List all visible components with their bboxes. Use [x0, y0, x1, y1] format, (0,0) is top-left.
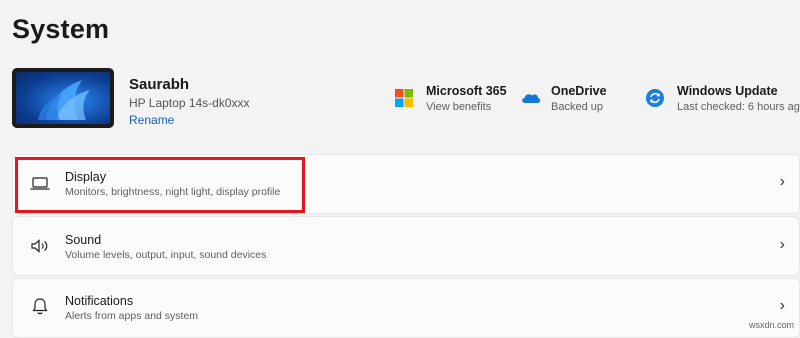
onedrive-icon — [522, 94, 541, 103]
microsoft-365-tile[interactable]: Microsoft 365 View benefits — [394, 84, 514, 120]
settings-item-subtitle: Alerts from apps and system — [65, 310, 199, 322]
microsoft-365-icon — [395, 89, 413, 107]
onedrive-tile[interactable]: OneDrive Backed up — [520, 84, 630, 120]
tile-title: Microsoft 365 — [426, 84, 507, 98]
chevron-right-icon: › — [779, 173, 785, 190]
settings-item-notifications[interactable]: Notifications Alerts from apps and syste… — [12, 278, 800, 338]
highlight-box — [15, 157, 305, 213]
bell-icon — [32, 298, 48, 315]
wallpaper-image — [16, 72, 110, 124]
speaker-icon — [31, 239, 48, 253]
tile-title: Windows Update — [677, 84, 778, 98]
tile-title: OneDrive — [551, 84, 607, 98]
chevron-right-icon: › — [779, 297, 785, 314]
device-name: Saurabh — [129, 76, 190, 93]
settings-item-title: Notifications — [65, 294, 134, 308]
tile-subtitle: Backed up — [551, 101, 603, 113]
chevron-right-icon: › — [779, 236, 785, 253]
settings-item-subtitle: Volume levels, output, input, sound devi… — [65, 249, 267, 261]
page-title: System — [12, 14, 110, 44]
settings-item-title: Sound — [65, 233, 102, 247]
watermark: wsxdn.com — [748, 320, 794, 330]
windows-update-icon — [646, 89, 664, 107]
rename-link[interactable]: Rename — [129, 113, 174, 127]
device-thumbnail — [12, 68, 114, 128]
device-model: HP Laptop 14s-dk0xxx — [129, 96, 250, 110]
tile-subtitle: View benefits — [426, 101, 492, 113]
windows-update-tile[interactable]: Windows Update Last checked: 6 hours ago — [645, 84, 800, 120]
settings-item-sound[interactable]: Sound Volume levels, output, input, soun… — [12, 216, 800, 276]
tile-subtitle: Last checked: 6 hours ago — [677, 101, 800, 113]
